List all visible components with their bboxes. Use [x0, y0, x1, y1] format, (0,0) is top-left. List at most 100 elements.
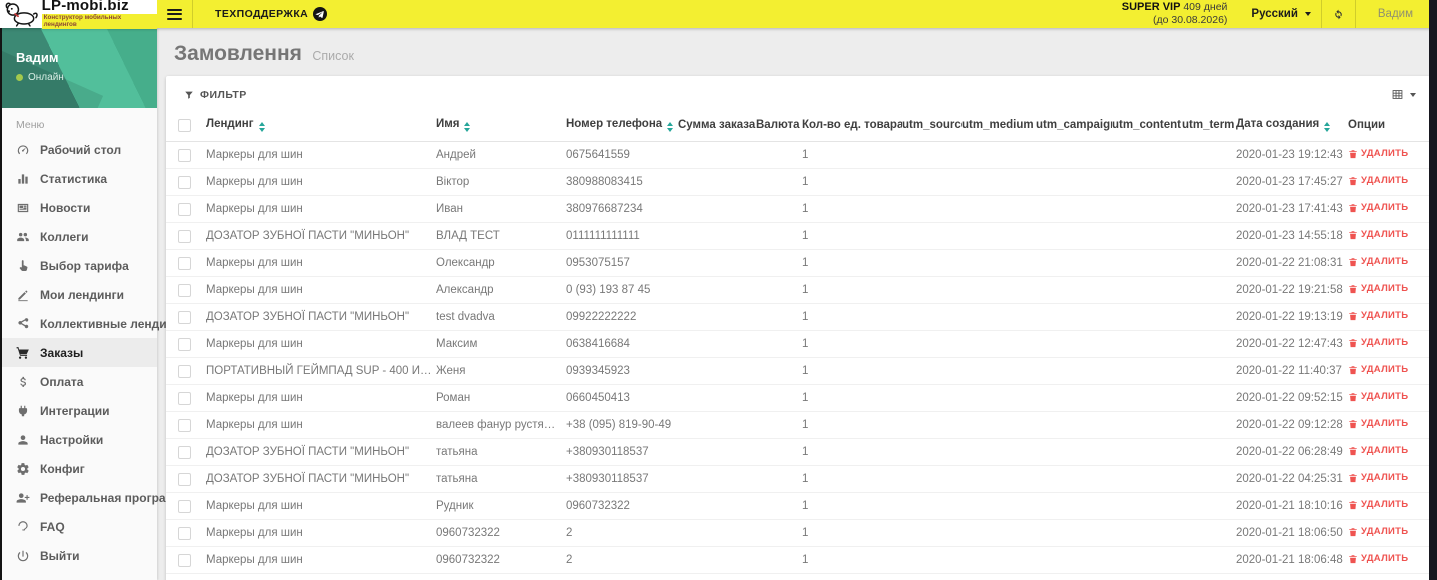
cell-utm_source: [902, 492, 962, 520]
sidebar-item-my-landings[interactable]: Мои лендинги: [2, 280, 157, 309]
delete-button[interactable]: УДАЛИТЬ: [1348, 337, 1408, 348]
row-options-cell: УДАЛИТЬ: [1348, 438, 1430, 466]
brand-logo[interactable]: LP-mobi.biz Конструктор мобильных лендин…: [0, 0, 157, 29]
cell-name: Олександр: [436, 249, 566, 277]
row-checkbox[interactable]: [178, 445, 191, 459]
column-header-phone[interactable]: Номер телефона: [566, 109, 678, 142]
cell-phone: 0 (93) 193 87 45: [566, 276, 678, 304]
row-checkbox[interactable]: [178, 499, 191, 513]
row-checkbox[interactable]: [178, 526, 191, 540]
delete-button[interactable]: УДАЛИТЬ: [1348, 472, 1408, 483]
column-header-name[interactable]: Имя: [436, 109, 566, 142]
row-checkbox[interactable]: [178, 472, 191, 486]
cell-order_sum: [678, 465, 756, 493]
row-checkbox[interactable]: [178, 364, 191, 378]
language-selector[interactable]: Русский: [1241, 0, 1320, 28]
cell-utm_content: [1112, 465, 1182, 493]
support-button[interactable]: ТЕХПОДДЕРЖКА: [193, 0, 337, 28]
sort-icon[interactable]: [464, 122, 471, 132]
row-checkbox[interactable]: [178, 418, 191, 432]
row-options-cell: УДАЛИТЬ: [1348, 168, 1430, 196]
cell-utm_term: [1182, 249, 1236, 277]
row-checkbox[interactable]: [178, 283, 191, 297]
sidebar-item-integrations[interactable]: Интеграции: [2, 396, 157, 425]
cell-utm_campaign: [1036, 249, 1112, 277]
sort-icon[interactable]: [1324, 122, 1331, 132]
cell-currency: [756, 222, 802, 250]
sidebar-item-colleagues[interactable]: Коллеги: [2, 222, 157, 251]
user-menu-button[interactable]: Вадим: [1356, 0, 1437, 28]
cell-utm_content: [1112, 303, 1182, 331]
delete-button[interactable]: УДАЛИТЬ: [1348, 526, 1408, 537]
sort-icon[interactable]: [258, 122, 265, 132]
row-checkbox[interactable]: [178, 310, 191, 324]
column-header-landing[interactable]: Лендинг: [206, 109, 436, 142]
column-settings-button[interactable]: [1391, 88, 1416, 101]
sidebar-item-config[interactable]: Конфиг: [2, 454, 157, 483]
select-all-checkbox[interactable]: [178, 118, 191, 132]
delete-button[interactable]: УДАЛИТЬ: [1348, 553, 1408, 564]
row-checkbox[interactable]: [178, 391, 191, 405]
cell-order_sum: [678, 303, 756, 331]
sidebar-item-statistics[interactable]: Статистика: [2, 164, 157, 193]
sidebar-item-news[interactable]: Новости: [2, 193, 157, 222]
delete-button[interactable]: УДАЛИТЬ: [1348, 175, 1408, 186]
delete-button[interactable]: УДАЛИТЬ: [1348, 391, 1408, 402]
row-checkbox[interactable]: [178, 553, 191, 567]
sort-icon[interactable]: [667, 122, 674, 132]
cell-phone: 0953075157: [566, 249, 678, 277]
sidebar-item-faq[interactable]: FAQ: [2, 512, 157, 541]
cell-utm_medium: [962, 222, 1036, 250]
delete-button[interactable]: УДАЛИТЬ: [1348, 148, 1408, 159]
cell-utm_term: [1182, 519, 1236, 547]
delete-button[interactable]: УДАЛИТЬ: [1348, 256, 1408, 267]
delete-button[interactable]: УДАЛИТЬ: [1348, 418, 1408, 429]
row-checkbox-cell: [166, 411, 206, 439]
trash-icon: [1348, 473, 1358, 483]
sidebar-item-orders[interactable]: Заказы: [2, 338, 157, 367]
row-checkbox[interactable]: [178, 202, 191, 216]
column-header-utm_medium: utm_medium: [962, 109, 1036, 142]
table-row: Маркеры для шин Роман 0660450413 1 2020-01-2…: [166, 384, 1430, 412]
row-checkbox[interactable]: [178, 229, 191, 243]
delete-button[interactable]: УДАЛИТЬ: [1348, 310, 1408, 321]
sidebar-item-referral[interactable]: Реферальная программа: [2, 483, 190, 512]
cell-landing: Маркеры для шин: [206, 141, 436, 169]
column-header-created[interactable]: Дата создания: [1236, 109, 1348, 142]
delete-button[interactable]: УДАЛИТЬ: [1348, 445, 1408, 456]
sidebar-item-logout[interactable]: Выйти: [2, 541, 157, 570]
sidebar-item-tariff[interactable]: Выбор тарифа: [2, 251, 157, 280]
row-checkbox[interactable]: [178, 148, 191, 162]
cell-landing: ДОЗАТОР ЗУБНОЇ ПАСТИ "МИНЬОН": [206, 222, 436, 250]
cell-utm_source: [902, 438, 962, 466]
sidebar-item-dashboard[interactable]: Рабочий стол: [2, 135, 157, 164]
delete-button[interactable]: УДАЛИТЬ: [1348, 202, 1408, 213]
cell-currency: [756, 357, 802, 385]
menu-toggle-button[interactable]: [157, 0, 192, 28]
sidebar-item-settings[interactable]: Настройки: [2, 425, 157, 454]
delete-button[interactable]: УДАЛИТЬ: [1348, 364, 1408, 375]
filter-button[interactable]: ФИЛЬТР: [184, 89, 247, 101]
cell-utm_medium: [962, 438, 1036, 466]
cell-utm_medium: [962, 384, 1036, 412]
trash-icon: [1348, 230, 1358, 240]
cell-created: 2020-01-23 19:12:43: [1236, 141, 1348, 169]
payment-icon: [16, 375, 30, 389]
row-options-cell: УДАЛИТЬ: [1348, 276, 1430, 304]
row-checkbox[interactable]: [178, 175, 191, 189]
grid-icon: [1391, 88, 1404, 101]
scrollbar[interactable]: [1429, 0, 1437, 580]
delete-button[interactable]: УДАЛИТЬ: [1348, 283, 1408, 294]
trash-icon: [1348, 446, 1358, 456]
row-checkbox[interactable]: [178, 337, 191, 351]
sidebar-item-collective-landings[interactable]: Коллективные лендинги: [2, 309, 186, 338]
refresh-button[interactable]: [1322, 0, 1355, 28]
row-options-cell: УДАЛИТЬ: [1348, 195, 1430, 223]
cell-utm_content: [1112, 168, 1182, 196]
cell-qty: 1: [802, 303, 902, 331]
cell-qty: 1: [802, 492, 902, 520]
row-checkbox[interactable]: [178, 256, 191, 270]
delete-button[interactable]: УДАЛИТЬ: [1348, 499, 1408, 510]
delete-button[interactable]: УДАЛИТЬ: [1348, 229, 1408, 240]
sidebar-item-payment[interactable]: Оплата: [2, 367, 157, 396]
